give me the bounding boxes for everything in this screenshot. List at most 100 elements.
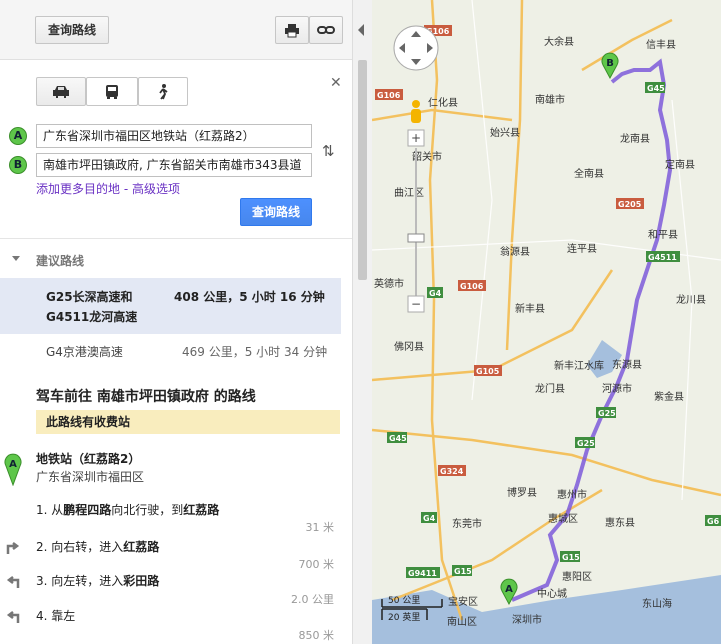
svg-text:G4: G4 [429,289,442,298]
svg-text:B: B [606,58,614,69]
keep-left-icon [6,611,20,623]
step-4-distance: 850 米 [298,629,335,642]
route-2-info[interactable]: 469 公里，5 小时 34 分钟 [182,343,327,360]
collapse-panel-icon[interactable] [358,24,364,36]
transit-mode-button[interactable] [86,77,138,106]
svg-text:G106: G106 [377,91,401,100]
svg-text:河源市: 河源市 [602,382,632,395]
svg-text:全南县: 全南县 [574,167,604,180]
svg-text:G105: G105 [476,367,500,376]
svg-text:惠阳区: 惠阳区 [562,570,592,583]
pan-control[interactable] [393,25,439,71]
bus-icon [106,85,118,99]
svg-text:G45: G45 [389,434,407,443]
svg-text:G6: G6 [707,517,720,526]
svg-text:佛冈县: 佛冈县 [394,340,424,353]
svg-text:始兴县: 始兴县 [490,126,520,139]
svg-text:G4511: G4511 [648,253,677,262]
svg-text:G9411: G9411 [408,569,437,578]
link-icon [317,26,335,34]
step-4[interactable]: 4. 靠左 [36,607,75,624]
svg-text:G15: G15 [562,553,580,562]
step-2-distance: 700 米 [298,558,335,571]
swap-icon[interactable]: ⇅ [322,142,335,160]
svg-text:连平县: 连平县 [567,242,597,255]
svg-text:深圳市: 深圳市 [512,613,542,626]
svg-text:大余县: 大余县 [544,35,574,48]
start-place-address: 广东省深圳市福田区 [36,470,145,484]
query-button[interactable]: 查询路线 [240,198,312,226]
svg-text:惠州市: 惠州市 [557,488,587,501]
panel-header: 查询路线 [0,0,352,60]
route-1-info: 408 公里，5 小时 16 分钟 [174,290,325,304]
turn-left-icon [6,576,20,588]
svg-text:南山区: 南山区 [447,615,477,628]
svg-text:+: + [411,131,421,145]
print-button[interactable] [275,16,309,44]
svg-text:惠东县: 惠东县 [605,516,635,529]
svg-text:龙门县: 龙门县 [535,382,565,395]
step-1-distance: 31 米 [305,521,335,534]
step-3[interactable]: 3. 向左转，进入彩田路 [36,572,159,589]
suggest-title: 建议路线 [36,254,85,268]
svg-text:南雄市: 南雄市 [535,93,565,106]
directions-title: 驾车前往 南雄市坪田镇政府 的路线 [36,389,256,405]
collapse-icon[interactable] [12,256,20,261]
svg-text:新丰江水库: 新丰江水库 [554,359,604,372]
walk-mode-button[interactable] [138,77,188,106]
print-icon [285,24,299,38]
svg-text:新丰县: 新丰县 [515,302,545,315]
panel-scrollbar[interactable] [352,0,372,644]
svg-text:−: − [411,297,421,311]
svg-text:A: A [9,459,17,470]
svg-text:惠城区: 惠城区 [548,512,578,525]
link-button[interactable] [309,16,343,44]
svg-text:G205: G205 [618,200,642,209]
step-2[interactable]: 2. 向右转，进入红荔路 [36,538,159,555]
drive-mode-button[interactable] [36,77,86,106]
close-icon[interactable]: ✕ [330,75,342,91]
svg-text:G45: G45 [647,84,665,93]
svg-text:翁源县: 翁源县 [500,245,530,258]
svg-text:东山海: 东山海 [642,597,672,610]
end-input[interactable]: 南雄市坪田镇政府, 广东省韶关市南雄市343县道 [36,153,312,177]
svg-text:紫金县: 紫金县 [654,390,684,403]
map-svg[interactable]: B A 大余县 信丰县 仁化县 南雄市 始兴县 龙南县 韶关市 定南县 全南县 … [372,0,721,644]
scrollbar-thumb[interactable] [358,60,367,280]
turn-right-icon [6,542,20,554]
svg-text:东莞市: 东莞市 [452,517,482,530]
svg-text:东源县: 东源县 [612,358,642,371]
add-destination-link[interactable]: 添加更多目的地 - 高级选项 [36,180,180,197]
svg-text:50 公里: 50 公里 [388,595,420,606]
svg-text:仁化县: 仁化县 [428,96,458,109]
svg-text:曲江区: 曲江区 [394,187,424,199]
pegman-icon[interactable] [411,100,421,123]
svg-text:和平县: 和平县 [648,229,678,241]
svg-text:英德市: 英德市 [374,277,404,290]
car-icon [53,86,69,98]
toll-notice: 此路线有收费站 [36,410,340,434]
start-input[interactable]: 广东省深圳市福田区地铁站（红荔路2） [36,124,312,148]
svg-text:20 英里: 20 英里 [388,611,420,623]
search-directions-button[interactable]: 查询路线 [35,16,109,44]
svg-text:定南县: 定南县 [665,158,695,171]
start-marker-icon: A [9,127,27,145]
directions-panel: 查询路线 ✕ A 广东省深圳市福田区地铁站（红荔路2） B 南雄市坪田镇政府, … [0,0,352,644]
svg-text:博罗县: 博罗县 [507,486,537,499]
svg-text:G106: G106 [460,282,484,291]
walk-icon [159,84,168,100]
svg-text:中心城: 中心城 [537,587,567,600]
divider [0,238,352,239]
end-marker-icon: B [9,156,27,174]
svg-text:宝安区: 宝安区 [448,595,478,608]
svg-text:G25: G25 [598,409,616,418]
svg-text:A: A [505,584,513,595]
svg-text:龙川县: 龙川县 [676,293,706,306]
map-canvas[interactable]: B A 大余县 信丰县 仁化县 南雄市 始兴县 龙南县 韶关市 定南县 全南县 … [372,0,721,644]
svg-text:龙南县: 龙南县 [620,132,650,145]
step-1[interactable]: 1. 从鹏程四路向北行驶，到红荔路 [36,501,219,518]
route-2-name[interactable]: G4京港澳高速 [46,343,123,360]
route-option-1[interactable]: G25长深高速和 G4511龙河高速 408 公里，5 小时 16 分钟 [0,278,341,334]
route-1-name-line2: G4511龙河高速 [46,310,138,324]
start-pin-icon: A [4,453,22,486]
